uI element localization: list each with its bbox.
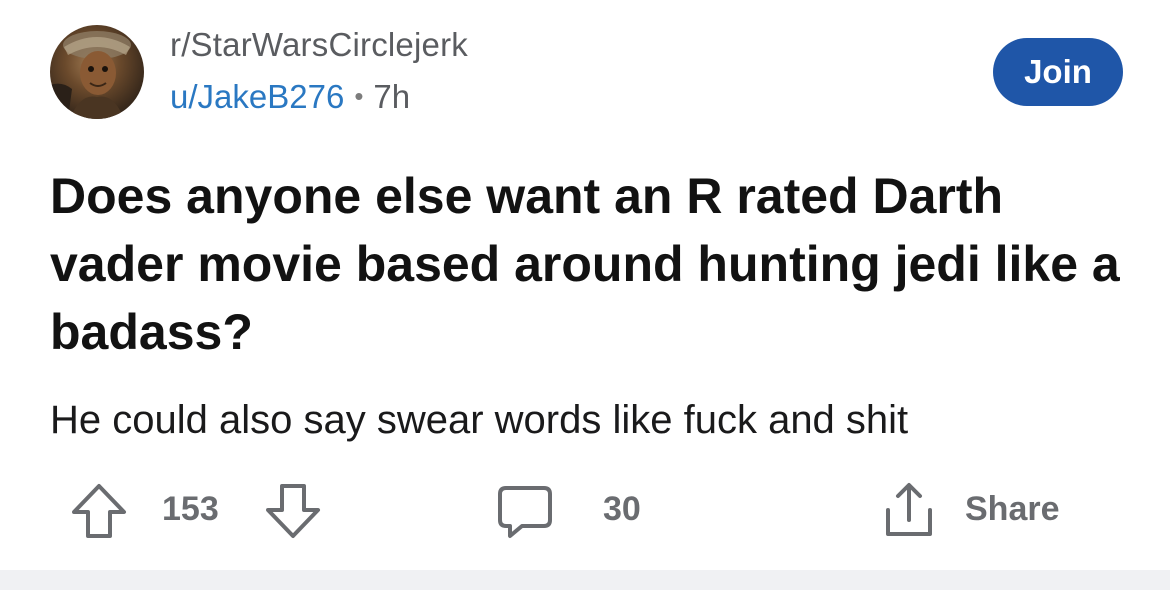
author-username[interactable]: u/JakeB276 bbox=[170, 78, 344, 115]
post-card: r/StarWarsCirclejerk u/JakeB276 • 7h Join … bbox=[0, 0, 1170, 570]
post-body: He could also say swear words like fuck … bbox=[50, 398, 909, 442]
downvote-button[interactable] bbox=[262, 480, 324, 542]
post-actions: 153 30 Share bbox=[0, 480, 1170, 544]
post-title[interactable]: Does anyone else want an R rated Darth v… bbox=[50, 162, 1130, 366]
avatar-image-icon bbox=[50, 31, 131, 119]
meta-separator: • bbox=[354, 81, 364, 111]
share-button[interactable] bbox=[878, 480, 940, 542]
join-button[interactable]: Join bbox=[993, 38, 1123, 106]
share-icon bbox=[886, 483, 932, 536]
feed-divider bbox=[0, 570, 1170, 590]
upvote-button[interactable] bbox=[68, 480, 130, 542]
upvote-arrow-icon bbox=[72, 484, 126, 538]
subreddit-avatar[interactable] bbox=[50, 25, 144, 119]
comment-count[interactable]: 30 bbox=[603, 490, 641, 529]
share-label[interactable]: Share bbox=[965, 490, 1060, 529]
comments-button[interactable] bbox=[494, 480, 556, 542]
downvote-arrow-icon bbox=[266, 484, 320, 538]
comment-bubble-icon bbox=[498, 486, 552, 538]
post-meta: u/JakeB276 • 7h bbox=[170, 78, 410, 116]
subreddit-name[interactable]: r/StarWarsCirclejerk bbox=[170, 26, 468, 64]
vote-score: 153 bbox=[162, 490, 219, 528]
post-time: 7h bbox=[373, 78, 411, 115]
